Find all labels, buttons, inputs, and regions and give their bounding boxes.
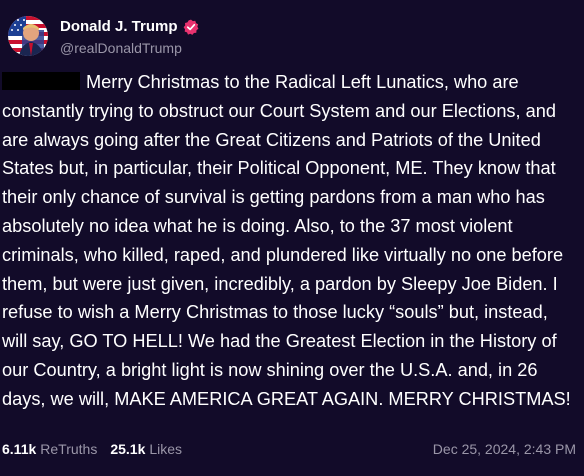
- author-handle[interactable]: @realDonaldTrump: [60, 40, 199, 56]
- verified-badge-icon: [183, 19, 199, 35]
- author-display-name[interactable]: Donald J. Trump: [60, 18, 178, 35]
- likes-count: 25.1k: [110, 441, 146, 457]
- post-stats: 6.11k ReTruths 25.1k Likes: [2, 441, 182, 457]
- likes-stat[interactable]: 25.1k Likes: [110, 441, 182, 457]
- author-info: Donald J. Trump @realDonaldTrump: [60, 17, 199, 56]
- likes-label: Likes: [149, 441, 183, 457]
- avatar-portrait-flag-icon: [8, 16, 48, 56]
- post-text: Merry Christmas to the Radical Left Luna…: [2, 72, 571, 409]
- avatar[interactable]: [8, 16, 48, 56]
- post-footer: 6.11k ReTruths 25.1k Likes Dec 25, 2024,…: [2, 441, 576, 457]
- author-name-row: Donald J. Trump: [60, 17, 199, 37]
- redacted-block: [2, 72, 80, 90]
- post-text-container: Merry Christmas to the Radical Left Luna…: [2, 68, 572, 414]
- post-header: Donald J. Trump @realDonaldTrump: [8, 16, 199, 56]
- retruths-stat[interactable]: 6.11k ReTruths: [2, 441, 97, 457]
- retruths-label: ReTruths: [40, 441, 98, 457]
- retruths-count: 6.11k: [2, 441, 37, 457]
- post-timestamp[interactable]: Dec 25, 2024, 2:43 PM: [433, 441, 576, 457]
